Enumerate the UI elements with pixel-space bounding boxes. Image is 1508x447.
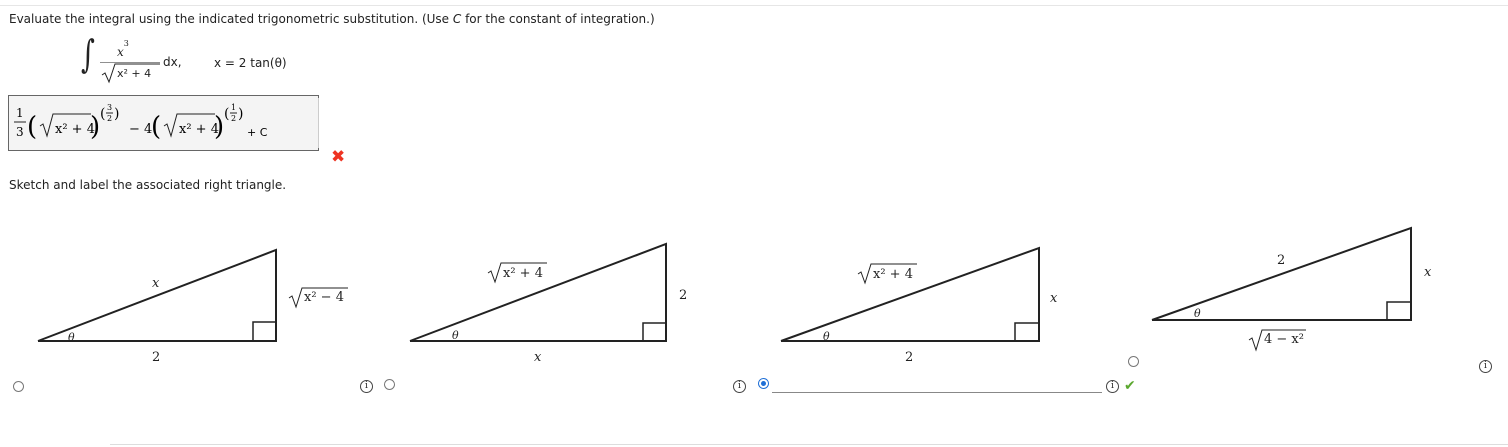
bottom-divider bbox=[110, 444, 1508, 445]
choice-2-radio[interactable] bbox=[384, 379, 395, 390]
choice-3-info-icon[interactable]: i bbox=[1106, 380, 1119, 393]
choice-1-info-icon[interactable]: i bbox=[360, 380, 373, 393]
tri2-opp-label: 2 bbox=[679, 288, 688, 303]
tri3-opp-label: x bbox=[1050, 291, 1058, 306]
tri4-hyp-label: 2 bbox=[1277, 253, 1286, 268]
tri3-angle-label: θ bbox=[823, 330, 830, 343]
tri1-opp-label: x² − 4 bbox=[304, 290, 344, 305]
tri2-hyp-label: x² + 4 bbox=[503, 266, 543, 281]
tri1-hyp-label: x bbox=[152, 276, 160, 291]
tri1-angle-label: θ bbox=[68, 331, 75, 344]
selection-underline bbox=[772, 392, 1102, 393]
choice-1-radio[interactable] bbox=[13, 381, 24, 392]
triangle-choices bbox=[37, 226, 1412, 342]
choice-3-radio[interactable] bbox=[758, 378, 769, 389]
triangle-4 bbox=[1151, 226, 1412, 321]
tri4-opp-label: x bbox=[1424, 265, 1432, 280]
tri2-adj-label: x bbox=[534, 350, 542, 365]
tri4-adj-label: 4 − x² bbox=[1264, 332, 1304, 347]
choice-2-info-icon[interactable]: i bbox=[733, 380, 746, 393]
choice-4-info-icon[interactable]: i bbox=[1479, 360, 1492, 373]
correct-check-icon: ✔ bbox=[1124, 378, 1136, 394]
tri1-adj-label: 2 bbox=[152, 350, 161, 365]
triangle-2 bbox=[409, 242, 667, 342]
triangle-1 bbox=[37, 248, 277, 342]
tri3-adj-label: 2 bbox=[905, 350, 914, 365]
tri4-angle-label: θ bbox=[1194, 307, 1201, 320]
choice-4-radio[interactable] bbox=[1128, 356, 1139, 367]
tri2-angle-label: θ bbox=[452, 329, 459, 342]
tri3-hyp-label: x² + 4 bbox=[873, 267, 913, 282]
